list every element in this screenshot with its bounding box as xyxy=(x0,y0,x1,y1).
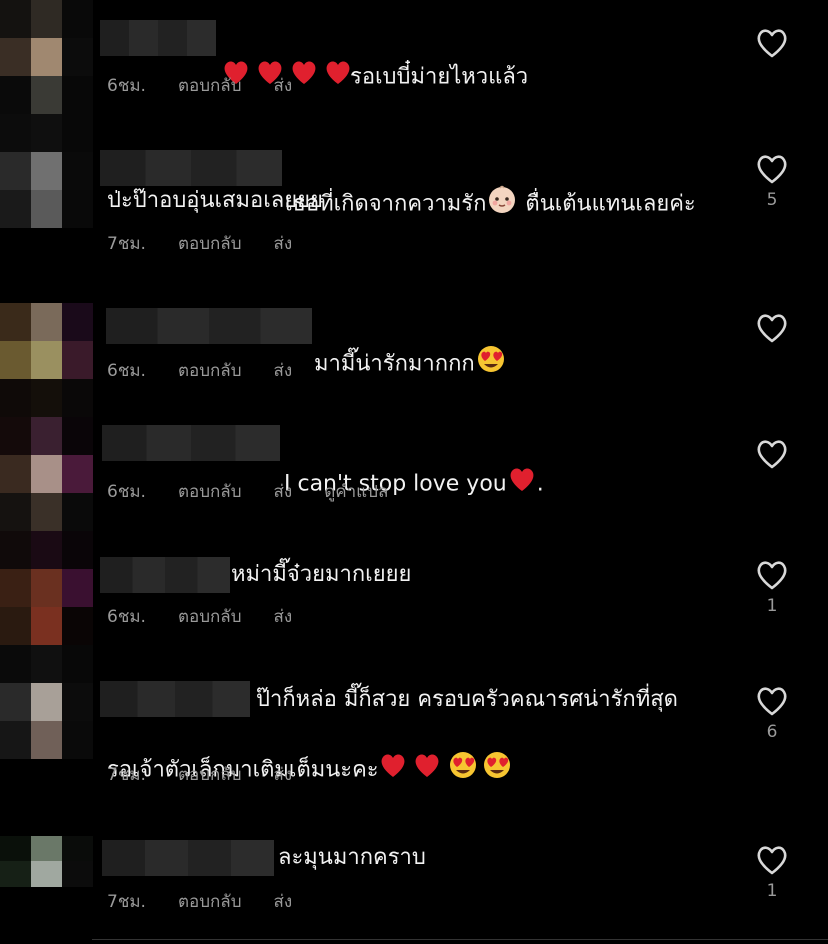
comment-meta: 6ชม. ตอบกลับ ส่ง xyxy=(107,357,292,384)
heart-outline-icon xyxy=(757,846,787,875)
like-count: 5 xyxy=(766,190,778,210)
like-button[interactable] xyxy=(752,28,792,64)
avatar[interactable] xyxy=(0,303,93,417)
comment-meta: 7ชม. ตอบกลับ ส่ง xyxy=(107,230,292,257)
send-button[interactable]: ส่ง xyxy=(274,230,293,257)
heart-outline-icon xyxy=(757,314,787,343)
timestamp: 6ชม. xyxy=(107,607,146,627)
red-heart-emoji xyxy=(379,751,441,790)
comment-meta: 6ชม. ตอบกลับ ส่ง xyxy=(107,603,292,630)
avatar[interactable] xyxy=(0,417,93,531)
comment-text: ละมุนมากคราบ xyxy=(278,845,426,870)
heart-outline-icon xyxy=(757,155,787,184)
divider xyxy=(92,939,828,940)
timestamp: 6ชม. xyxy=(107,482,146,502)
translate-button[interactable]: ดูคำแปล xyxy=(324,478,388,505)
like-count: 1 xyxy=(766,881,778,901)
timestamp: 7ชม. xyxy=(107,234,146,254)
send-button[interactable]: ส่ง xyxy=(274,478,293,505)
avatar[interactable] xyxy=(0,645,93,759)
timestamp: 7ชม. xyxy=(107,892,146,912)
comment-body: รอเบบี๋ม่ายไหวแล้ว xyxy=(350,64,529,90)
username-blurred[interactable] xyxy=(100,20,216,56)
heart-outline-icon xyxy=(757,29,787,58)
comment-text: ป๊าก็หล่อ มี๊ก็สวย ครอบครัวคณารศน่ารักที… xyxy=(256,687,678,712)
timestamp: 6ชม. xyxy=(107,76,146,96)
comment-meta: 7ชม. ตอบกลับ ส่ง xyxy=(107,761,292,788)
heart-eyes-emoji xyxy=(475,344,507,385)
reply-button[interactable]: ตอบกลับ xyxy=(178,761,242,788)
avatar[interactable] xyxy=(0,0,93,114)
heart-eyes-emoji xyxy=(447,750,513,791)
username-blurred[interactable] xyxy=(100,150,282,186)
like-button[interactable] xyxy=(752,313,792,349)
heart-outline-icon xyxy=(757,561,787,590)
comment-text: หม่ามี๊จ๋วยมากเยยย xyxy=(231,562,412,587)
avatar[interactable] xyxy=(0,836,93,912)
like-button[interactable] xyxy=(752,439,792,475)
like-button[interactable]: 1 xyxy=(752,560,792,616)
comment-body-b: . xyxy=(536,471,544,497)
reply-button[interactable]: ตอบกลับ xyxy=(178,603,242,630)
avatar[interactable] xyxy=(0,531,93,645)
send-button[interactable]: ส่ง xyxy=(274,761,293,788)
comment-meta: 6ชม. ตอบกลับ ส่ง xyxy=(107,72,292,99)
username-blurred[interactable] xyxy=(100,681,250,717)
reply-button[interactable]: ตอบกลับ xyxy=(178,357,242,384)
comment-text: มามี๊น่ารักมากกก xyxy=(314,310,507,385)
heart-outline-icon xyxy=(757,687,787,716)
like-count: 6 xyxy=(766,722,778,742)
reply-button[interactable]: ตอบกลับ xyxy=(178,230,242,257)
comment-body: มามี๊น่ารักมากกก xyxy=(314,351,475,377)
reply-button[interactable]: ตอบกลับ xyxy=(178,72,242,99)
username-blurred[interactable] xyxy=(102,425,280,461)
reply-button[interactable]: ตอบกลับ xyxy=(178,888,242,915)
baby-emoji xyxy=(486,184,518,225)
send-button[interactable]: ส่ง xyxy=(274,72,293,99)
send-button[interactable]: ส่ง xyxy=(274,603,293,630)
comment-body-b: ตื่นเต้นแทนเลยค่ะ xyxy=(525,191,696,217)
timestamp: 7ชม. xyxy=(107,765,146,785)
username-blurred[interactable] xyxy=(106,308,312,344)
like-button[interactable]: 1 xyxy=(752,845,792,901)
username-blurred[interactable] xyxy=(100,557,230,593)
like-button[interactable]: 6 xyxy=(752,686,792,742)
comment-text-line2: ป่ะป๊าอบอุ่นเสมอเลยยย xyxy=(107,188,323,213)
avatar[interactable] xyxy=(0,114,93,228)
like-button[interactable]: 5 xyxy=(752,154,792,210)
comment-meta: 7ชม. ตอบกลับ ส่ง xyxy=(107,888,292,915)
comment-text: เธอที่เกิดจากความรัก ตื่นเต้นแทนเลยค่ะ xyxy=(285,150,696,225)
send-button[interactable]: ส่ง xyxy=(274,888,293,915)
send-button[interactable]: ส่ง xyxy=(274,357,293,384)
username-blurred[interactable] xyxy=(102,840,274,876)
comment-meta: 6ชม. ตอบกลับ ส่ง ดูคำแปล xyxy=(107,478,388,505)
reply-button[interactable]: ตอบกลับ xyxy=(178,478,242,505)
heart-outline-icon xyxy=(757,440,787,469)
red-heart-emoji xyxy=(507,465,537,504)
like-count: 1 xyxy=(766,596,778,616)
timestamp: 6ชม. xyxy=(107,361,146,381)
